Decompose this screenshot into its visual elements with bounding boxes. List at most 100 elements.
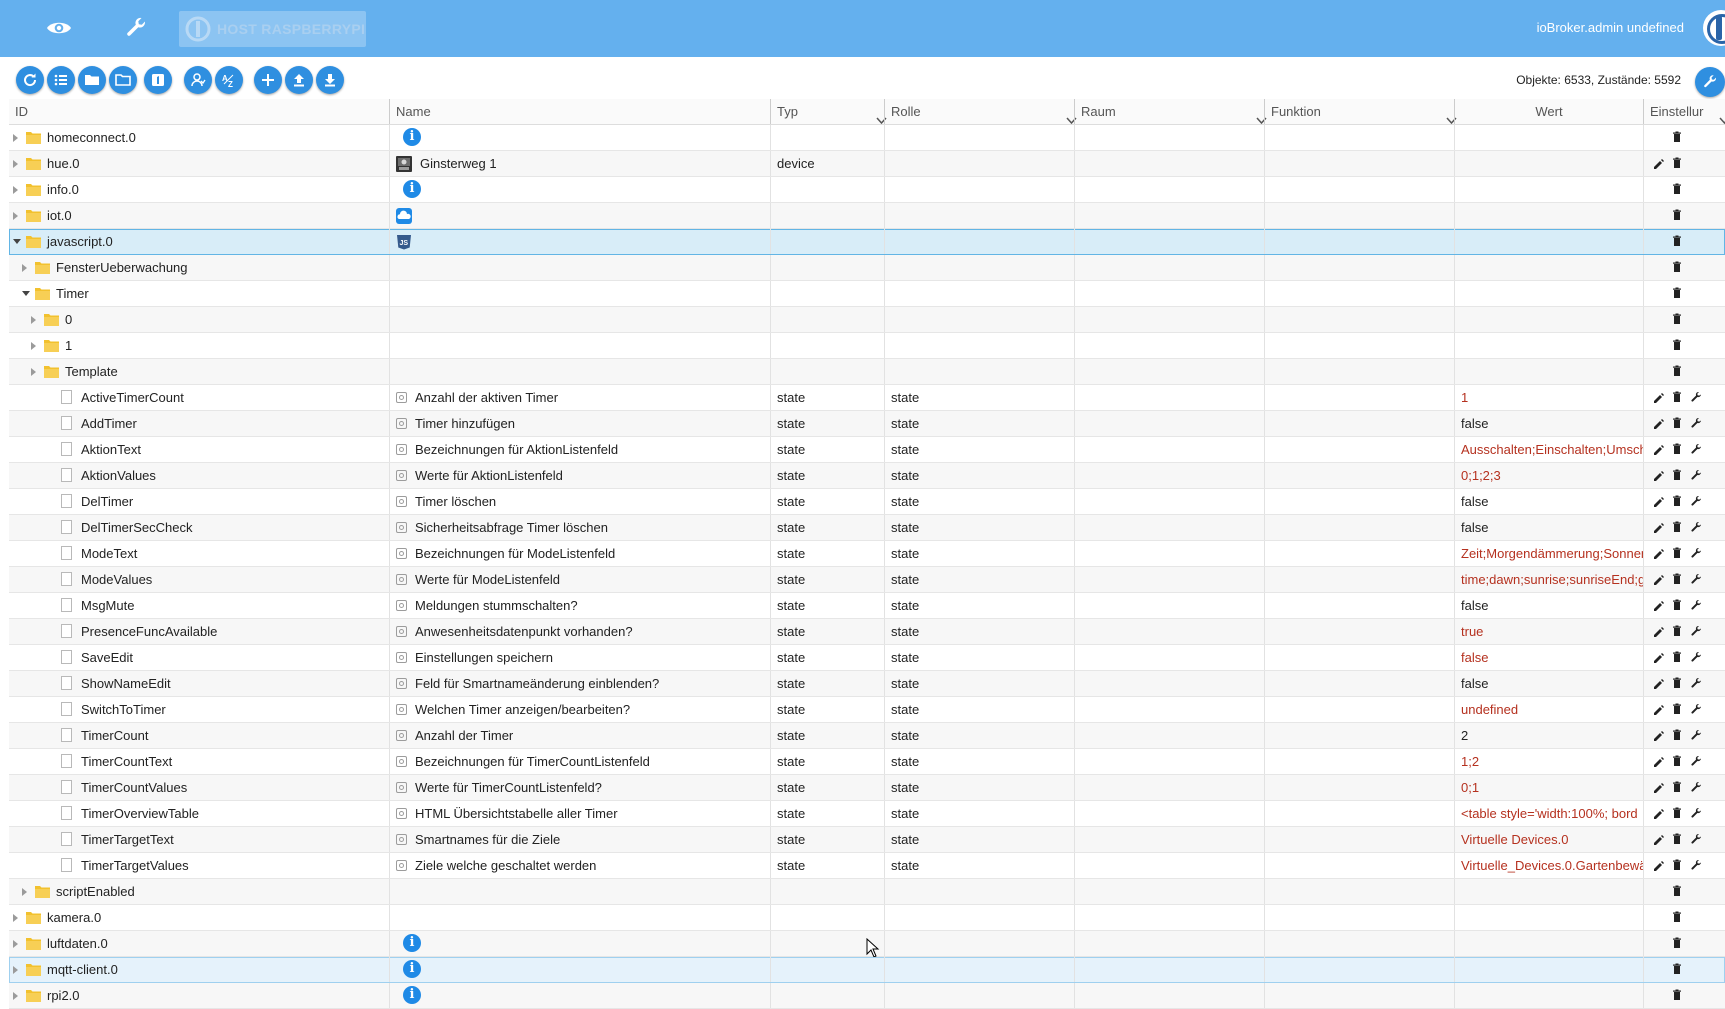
settings-wrench-icon[interactable] (1690, 443, 1702, 455)
table-row[interactable]: TimerTargetText Smartnames für die Ziele s… (9, 827, 1725, 853)
expand-caret-icon[interactable] (13, 134, 18, 142)
table-row[interactable]: SaveEdit Einstellungen speichern state stat… (9, 645, 1725, 671)
edit-pencil-icon[interactable] (1652, 417, 1664, 429)
table-row[interactable]: DelTimer Timer löschen state state false (9, 489, 1725, 515)
function-cell[interactable] (1264, 931, 1454, 956)
expand-caret-icon[interactable] (22, 264, 27, 272)
delete-trash-icon[interactable] (1671, 157, 1683, 169)
room-cell[interactable] (1074, 411, 1264, 436)
table-row[interactable]: FensterUeberwachung (9, 255, 1725, 281)
refresh-icon[interactable] (16, 66, 44, 94)
function-cell[interactable] (1264, 411, 1454, 436)
table-row[interactable]: AktionText Bezeichnungen für AktionListen… (9, 437, 1725, 463)
value-cell[interactable]: Ausschalten;Einschalten;Umscha (1454, 437, 1643, 462)
edit-pencil-icon[interactable] (1652, 469, 1664, 481)
delete-trash-icon[interactable] (1671, 599, 1683, 611)
room-cell[interactable] (1074, 749, 1264, 774)
delete-trash-icon[interactable] (1671, 417, 1683, 429)
room-cell[interactable] (1074, 697, 1264, 722)
room-cell[interactable] (1074, 437, 1264, 462)
delete-trash-icon[interactable] (1671, 469, 1683, 481)
delete-trash-icon[interactable] (1671, 755, 1683, 767)
room-cell[interactable] (1074, 931, 1264, 956)
sort-az-icon[interactable]: AZ (215, 66, 243, 94)
delete-trash-icon[interactable] (1671, 547, 1683, 559)
function-cell[interactable] (1264, 229, 1454, 254)
delete-trash-icon[interactable] (1671, 131, 1683, 143)
table-row[interactable]: TimerCountValues Werte für TimerCountList… (9, 775, 1725, 801)
room-cell[interactable] (1074, 541, 1264, 566)
table-row[interactable]: ModeValues Werte für ModeListenfeld state s… (9, 567, 1725, 593)
function-cell[interactable] (1264, 775, 1454, 800)
value-cell[interactable]: <table style='width:100%; bord (1454, 801, 1643, 826)
function-cell[interactable] (1264, 697, 1454, 722)
value-cell[interactable] (1454, 281, 1643, 306)
delete-trash-icon[interactable] (1671, 573, 1683, 585)
function-cell[interactable] (1264, 593, 1454, 618)
delete-trash-icon[interactable] (1671, 313, 1683, 325)
settings-wrench-icon[interactable] (1690, 859, 1702, 871)
function-cell[interactable] (1264, 905, 1454, 930)
delete-trash-icon[interactable] (1671, 651, 1683, 663)
folder-open-icon[interactable] (78, 66, 106, 94)
table-row[interactable]: SwitchToTimer Welchen Timer anzeigen/bear… (9, 697, 1725, 723)
delete-trash-icon[interactable] (1671, 963, 1683, 975)
delete-trash-icon[interactable] (1671, 625, 1683, 637)
delete-trash-icon[interactable] (1671, 521, 1683, 533)
delete-trash-icon[interactable] (1671, 833, 1683, 845)
table-row[interactable]: AktionValues Werte für AktionListenfeld st… (9, 463, 1725, 489)
room-cell[interactable] (1074, 515, 1264, 540)
room-cell[interactable] (1074, 905, 1264, 930)
delete-trash-icon[interactable] (1671, 365, 1683, 377)
value-cell[interactable] (1454, 957, 1643, 982)
table-row[interactable]: scriptEnabled (9, 879, 1725, 905)
expand-caret-icon[interactable] (22, 888, 27, 896)
settings-wrench-icon[interactable] (1690, 807, 1702, 819)
column-header-rolle[interactable]: Rolle (884, 99, 1077, 125)
table-row[interactable]: AddTimer Timer hinzufügen state state false (9, 411, 1725, 437)
table-row[interactable]: homeconnect.0 i (9, 125, 1725, 151)
value-cell[interactable] (1454, 203, 1643, 228)
column-header-einstellungen[interactable]: Einstellur (1643, 99, 1725, 125)
value-cell[interactable] (1454, 125, 1643, 150)
room-cell[interactable] (1074, 333, 1264, 358)
value-cell[interactable]: Virtuelle Devices.0 (1454, 827, 1643, 852)
upload-icon[interactable] (285, 66, 313, 94)
value-cell[interactable]: false (1454, 593, 1643, 618)
table-row[interactable]: MsgMute Meldungen stummschalten? state stat… (9, 593, 1725, 619)
function-cell[interactable] (1264, 463, 1454, 488)
function-cell[interactable] (1264, 125, 1454, 150)
value-cell[interactable]: 2 (1454, 723, 1643, 748)
wrench-icon[interactable] (119, 11, 153, 45)
edit-pencil-icon[interactable] (1652, 781, 1664, 793)
room-cell[interactable] (1074, 255, 1264, 280)
settings-wrench-icon[interactable] (1690, 703, 1702, 715)
value-cell[interactable] (1454, 879, 1643, 904)
value-cell[interactable]: 0;1;2;3 (1454, 463, 1643, 488)
settings-wrench-icon[interactable] (1695, 67, 1725, 97)
function-cell[interactable] (1264, 437, 1454, 462)
room-cell[interactable] (1074, 151, 1264, 176)
host-selector[interactable]: HOST RASPBERRYPI (179, 11, 366, 47)
room-cell[interactable] (1074, 723, 1264, 748)
table-row[interactable]: TimerTargetValues Ziele welche geschaltet… (9, 853, 1725, 879)
settings-wrench-icon[interactable] (1690, 573, 1702, 585)
delete-trash-icon[interactable] (1671, 209, 1683, 221)
expand-caret-icon[interactable] (31, 342, 36, 350)
function-cell[interactable] (1264, 957, 1454, 982)
column-header-raum[interactable]: Raum (1074, 99, 1267, 125)
value-cell[interactable]: false (1454, 671, 1643, 696)
edit-pencil-icon[interactable] (1652, 833, 1664, 845)
edit-pencil-icon[interactable] (1652, 807, 1664, 819)
settings-wrench-icon[interactable] (1690, 599, 1702, 611)
value-cell[interactable]: false (1454, 515, 1643, 540)
delete-trash-icon[interactable] (1671, 989, 1683, 1001)
value-cell[interactable] (1454, 151, 1643, 176)
expand-caret-icon[interactable] (13, 966, 18, 974)
expand-caret-icon[interactable] (13, 160, 18, 168)
value-cell[interactable]: 0;1 (1454, 775, 1643, 800)
value-cell[interactable]: 1;2 (1454, 749, 1643, 774)
value-cell[interactable]: 1 (1454, 385, 1643, 410)
function-cell[interactable] (1264, 281, 1454, 306)
delete-trash-icon[interactable] (1671, 261, 1683, 273)
